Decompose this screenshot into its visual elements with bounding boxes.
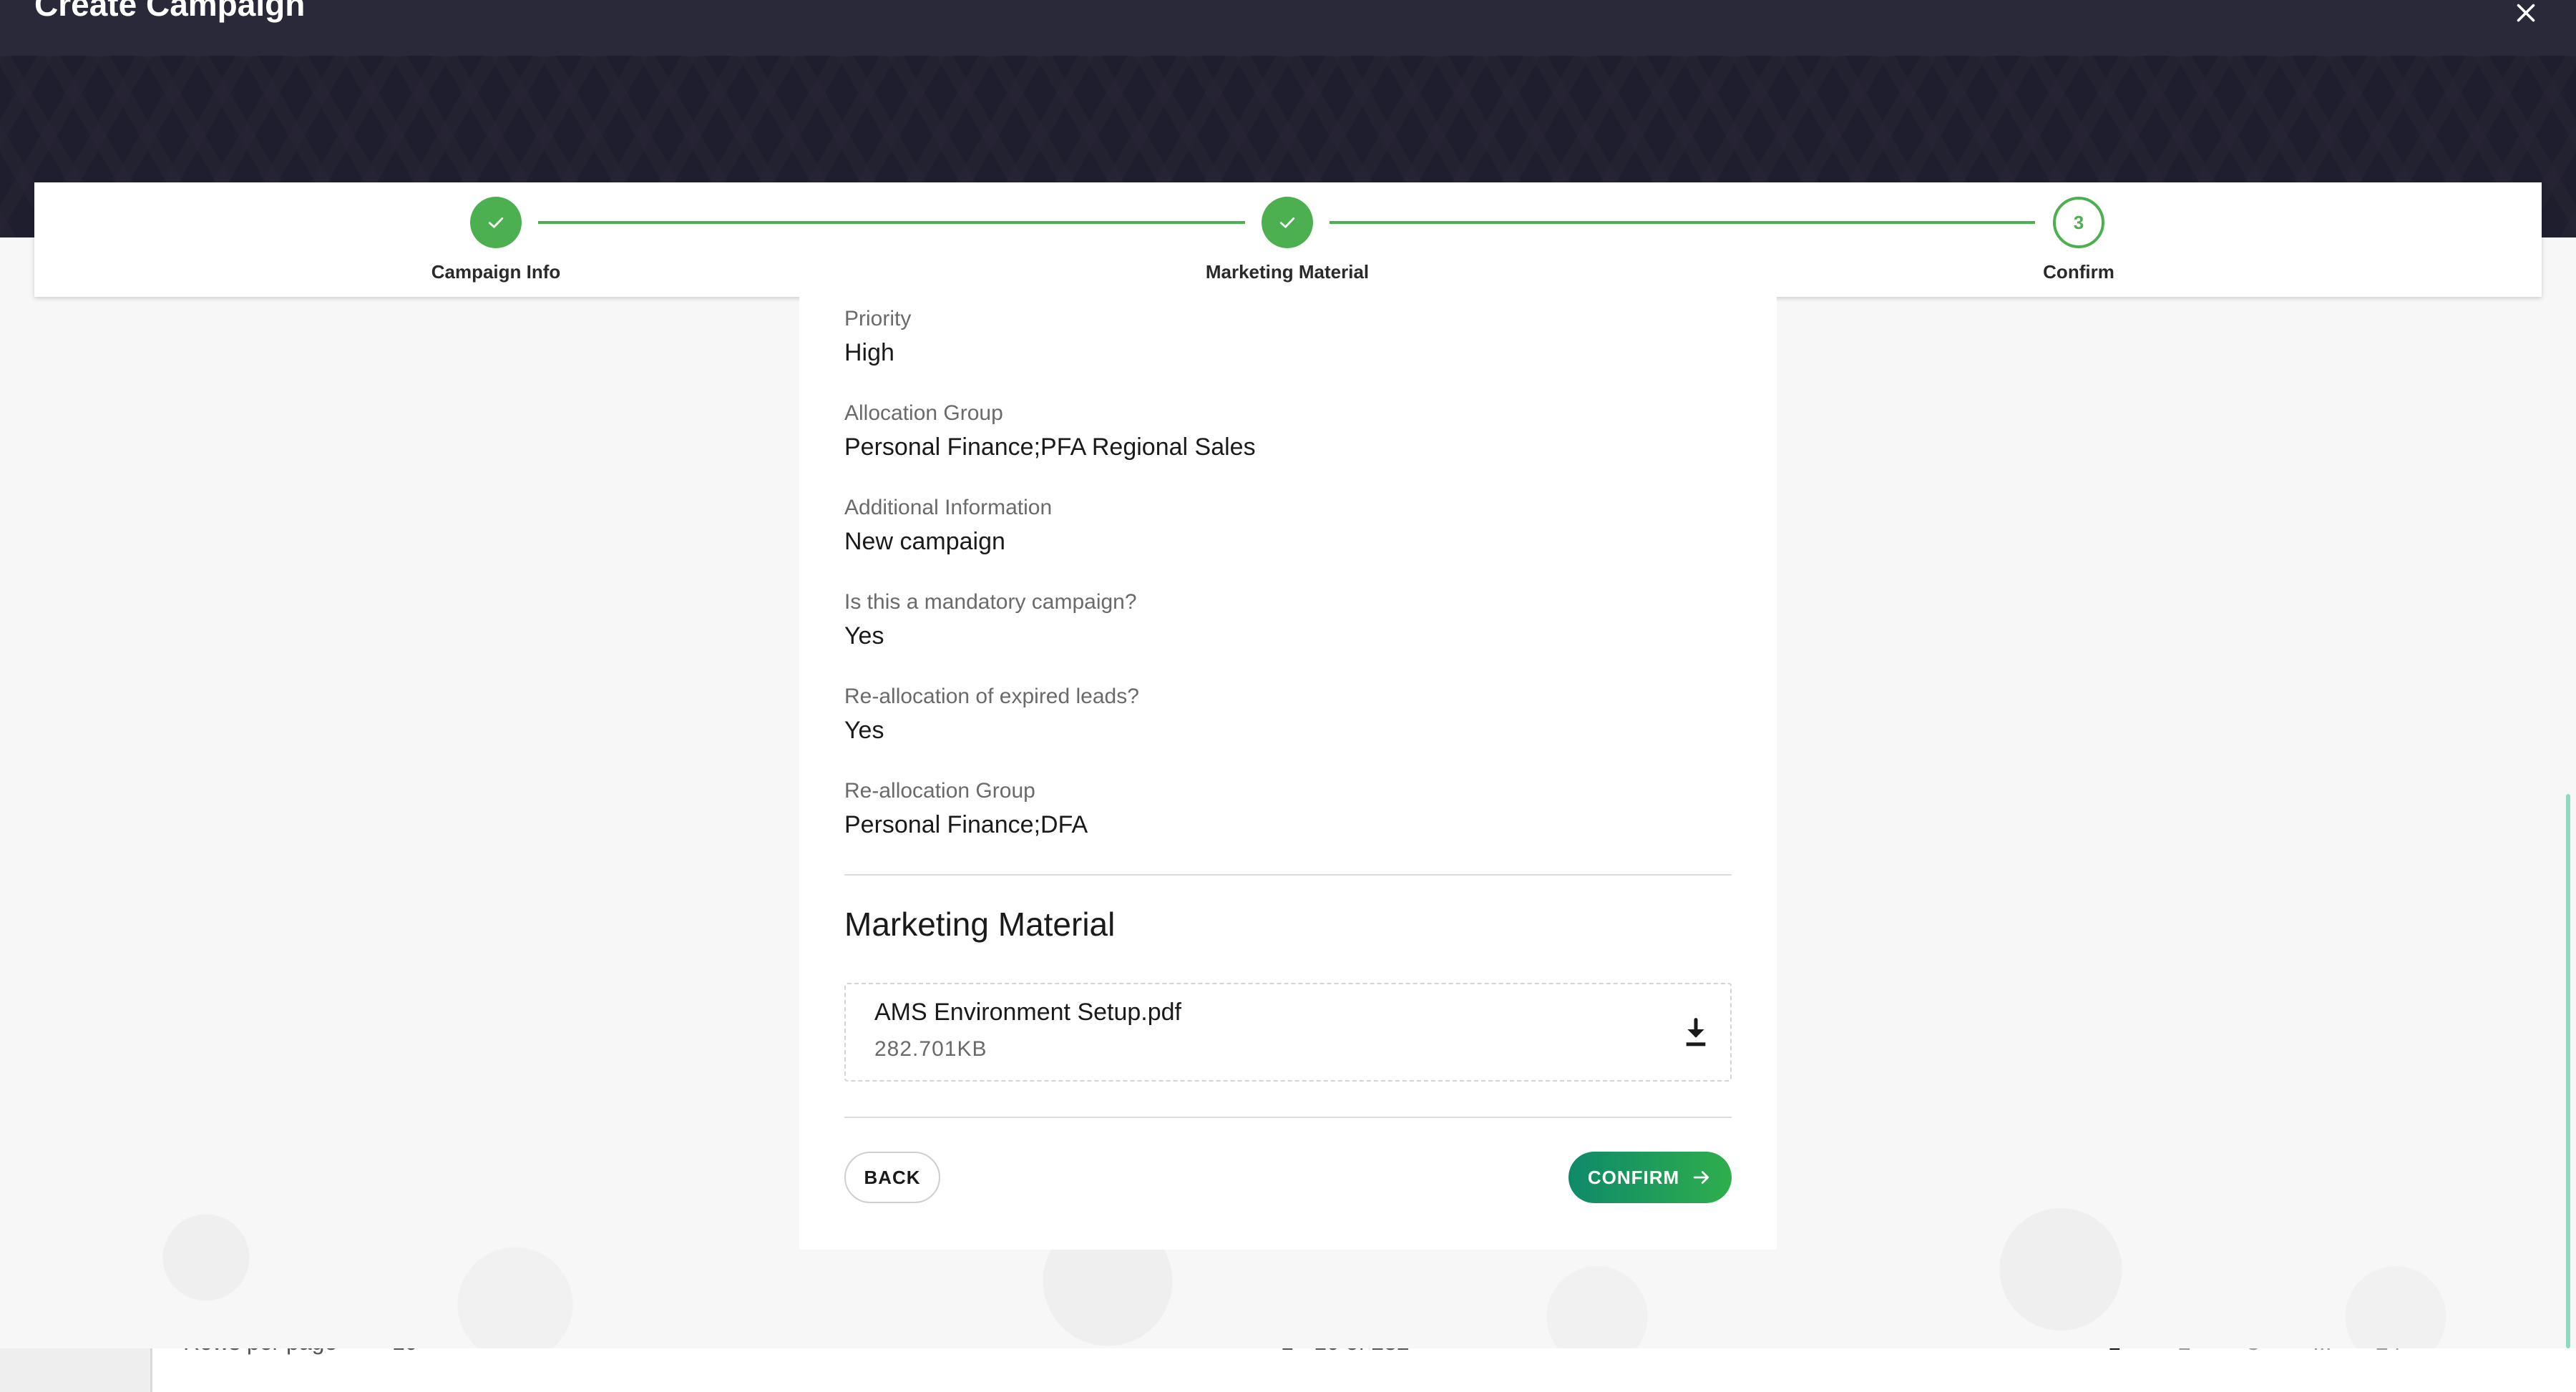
step-campaign-info[interactable]: Campaign Info: [389, 197, 603, 283]
field-label: Priority: [844, 307, 912, 330]
field-value: Yes: [844, 717, 884, 744]
back-button[interactable]: BACK: [844, 1152, 940, 1203]
confirm-button-label: CONFIRM: [1587, 1166, 1680, 1188]
confirm-button[interactable]: CONFIRM: [1568, 1152, 1732, 1203]
check-icon: [470, 197, 522, 248]
attachment-card: AMS Environment Setup.pdf 282.701KB: [844, 983, 1732, 1082]
field-value: New campaign: [844, 528, 1005, 555]
file-size: 282.701KB: [874, 1037, 987, 1061]
scrollbar[interactable]: [2566, 794, 2570, 1348]
field-value: Yes: [844, 622, 884, 650]
progress-stepper: Campaign Info Marketing Material 3 Confi…: [34, 182, 2542, 297]
field-value: High: [844, 339, 894, 366]
download-icon[interactable]: [1682, 1017, 1710, 1049]
field-label: Re-allocation of expired leads?: [844, 685, 1139, 708]
review-card: Priority High Allocation Group Personal …: [799, 297, 1777, 1250]
field-priority: Priority High: [844, 306, 911, 368]
field-label: Re-allocation Group: [844, 779, 1035, 803]
field-label: Is this a mandatory campaign?: [844, 590, 1137, 614]
field-allocation-group: Allocation Group Personal Finance;PFA Re…: [844, 401, 1256, 462]
step-label: Confirm: [2043, 261, 2114, 283]
step-connector-2: [1330, 221, 2035, 224]
arrow-right-icon: [1693, 1171, 1709, 1184]
marketing-material-heading: Marketing Material: [844, 906, 1116, 943]
step-number-circle: 3: [2053, 197, 2104, 248]
field-reallocation-expired-leads: Re-allocation of expired leads? Yes: [844, 684, 1139, 745]
field-value: Personal Finance;DFA: [844, 811, 1088, 838]
divider: [844, 1117, 1732, 1118]
close-icon[interactable]: [2513, 0, 2539, 26]
step-label: Campaign Info: [431, 261, 561, 283]
step-marketing-material[interactable]: Marketing Material: [1180, 197, 1395, 283]
file-name: AMS Environment Setup.pdf: [874, 999, 1182, 1026]
field-additional-information: Additional Information New campaign: [844, 495, 1052, 557]
create-campaign-modal: Create Campaign Campaign Info Marketing …: [0, 0, 2576, 1348]
field-mandatory-campaign: Is this a mandatory campaign? Yes: [844, 589, 1137, 651]
step-confirm[interactable]: 3 Confirm: [1971, 197, 2186, 283]
step-connector-1: [538, 221, 1245, 224]
field-reallocation-group: Re-allocation Group Personal Finance;DFA: [844, 778, 1088, 840]
modal-title: Create Campaign: [34, 0, 306, 23]
divider: [844, 874, 1732, 876]
step-number: 3: [2073, 211, 2084, 233]
field-label: Additional Information: [844, 496, 1053, 519]
check-icon: [1262, 197, 1313, 248]
step-label: Marketing Material: [1205, 261, 1370, 283]
field-value: Personal Finance;PFA Regional Sales: [844, 433, 1256, 461]
field-label: Allocation Group: [844, 401, 1003, 425]
modal-header: Create Campaign: [0, 0, 2576, 56]
